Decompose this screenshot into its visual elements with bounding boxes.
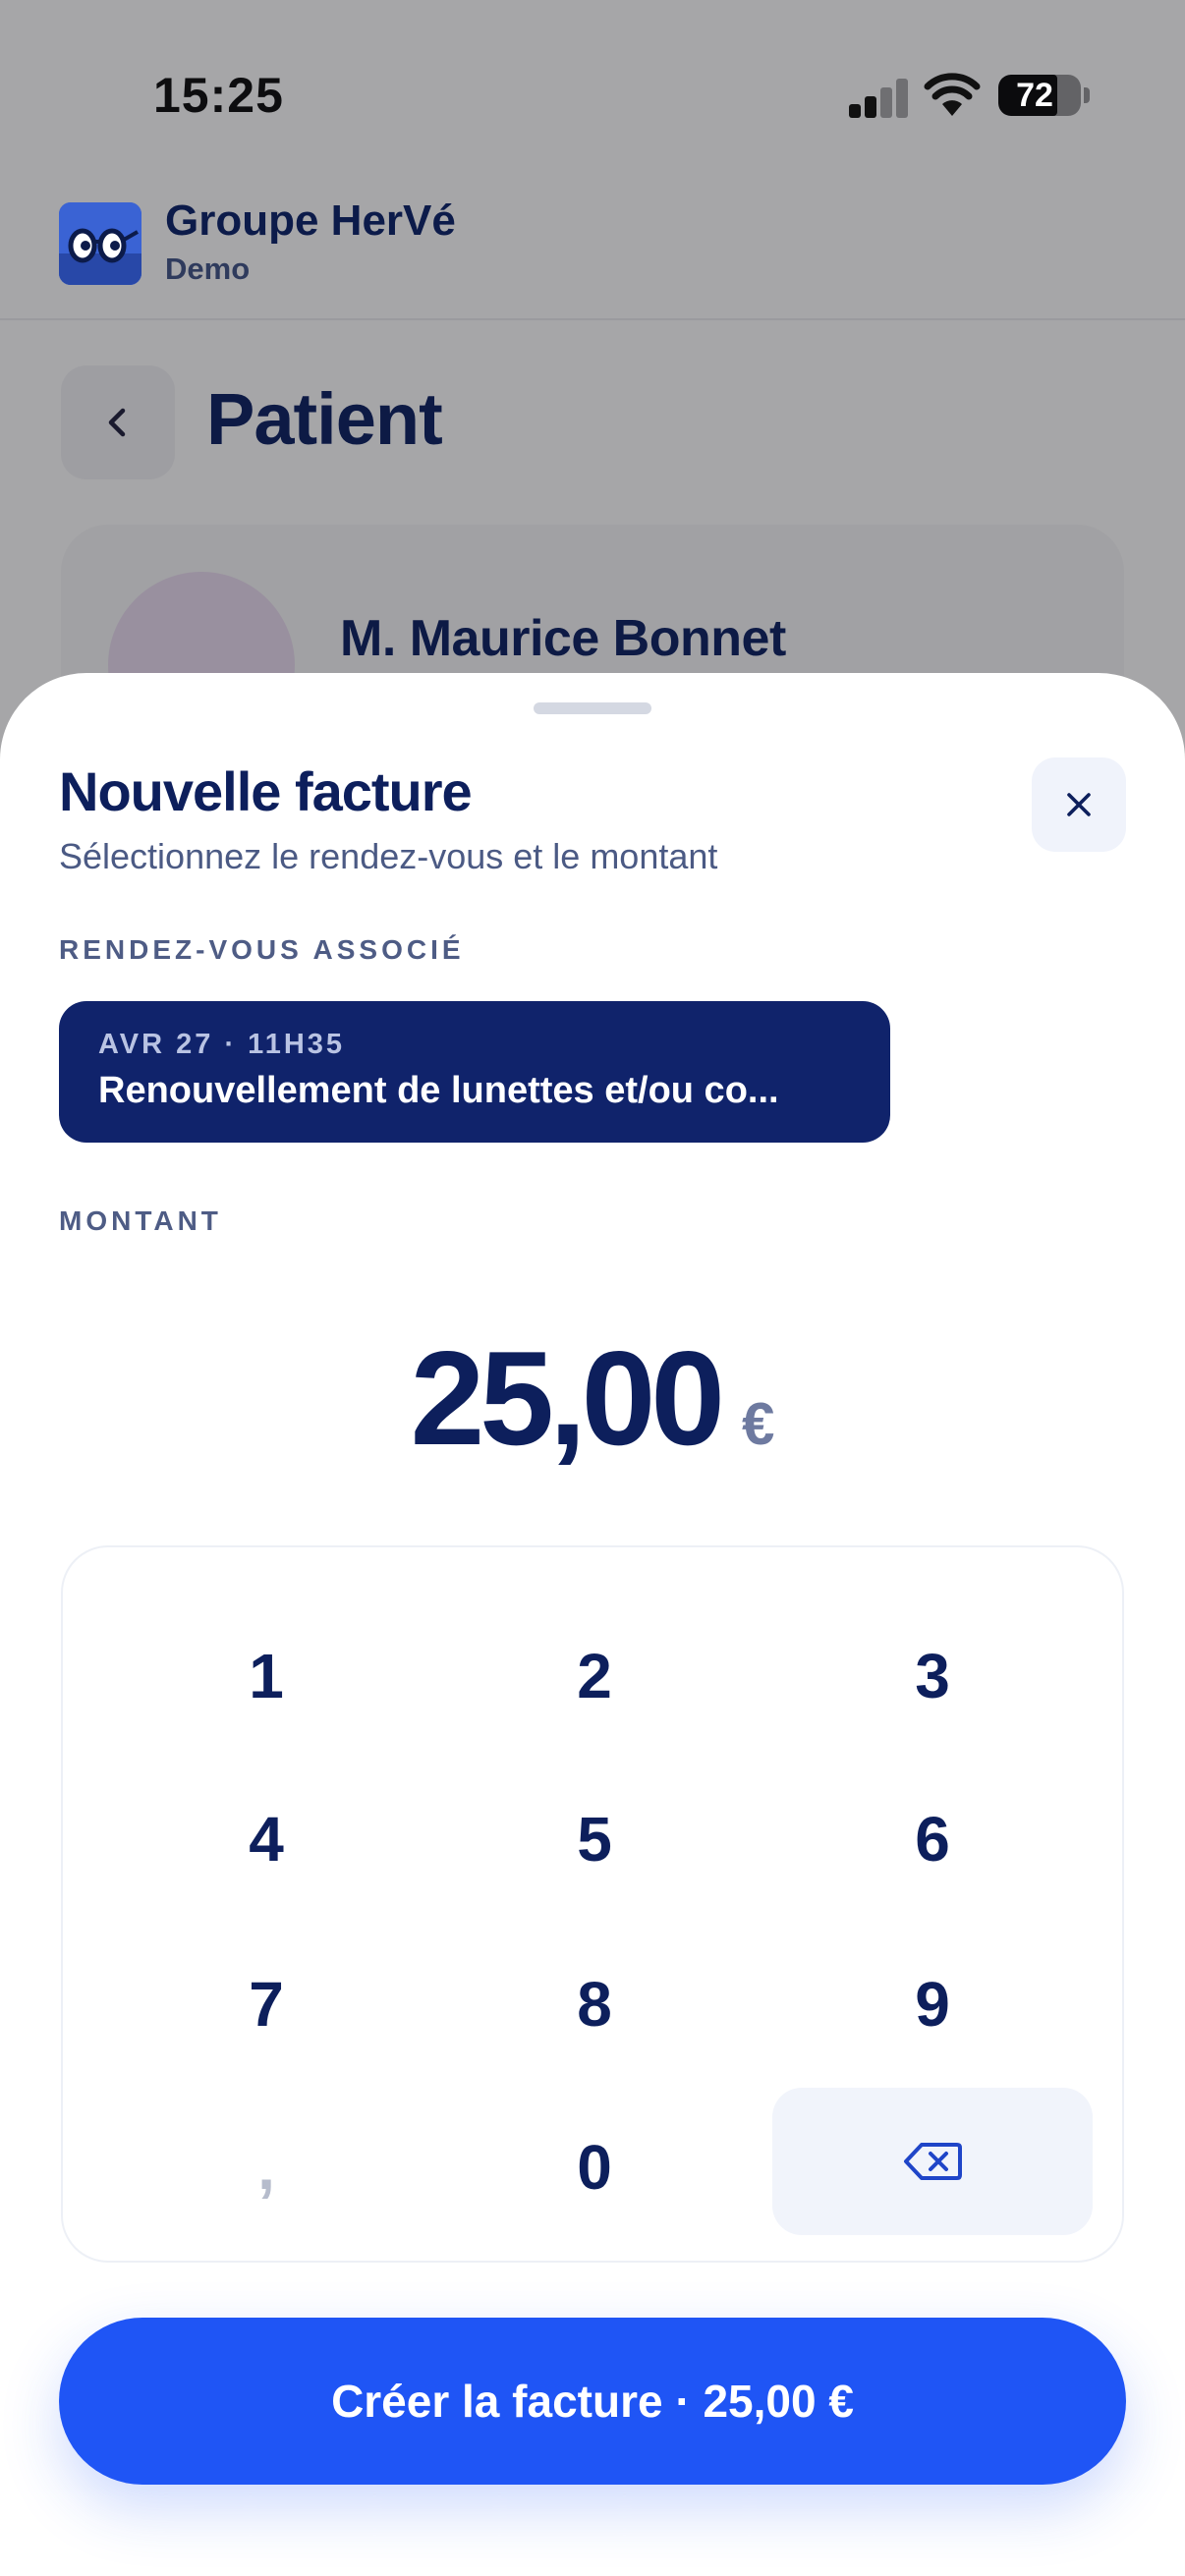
app-header: Groupe HerVé Demo: [0, 187, 1185, 320]
amount-currency: €: [741, 1391, 775, 1457]
battery-percent: 72: [1016, 77, 1053, 114]
app-subtitle: Demo: [165, 252, 251, 286]
new-invoice-sheet: Nouvelle facture Sélectionnez le rendez-…: [0, 673, 1185, 2576]
key-3[interactable]: 3: [772, 1602, 1093, 1750]
backspace-button[interactable]: [772, 2088, 1093, 2235]
numeric-keypad: 1 2 3 4 5 6 7 8 9 , 0: [61, 1545, 1124, 2263]
amount-display: 25,00 €: [0, 1321, 1185, 1475]
key-comma[interactable]: ,: [106, 2094, 426, 2241]
key-1[interactable]: 1: [106, 1602, 426, 1750]
status-time: 15:25: [153, 68, 284, 123]
chevron-left-icon: [108, 408, 126, 437]
appointment-date: AVR 27 · 11H35: [98, 1029, 346, 1060]
app-logo-icon[interactable]: [59, 202, 141, 285]
sheet-grabber[interactable]: [534, 702, 651, 714]
key-0[interactable]: 0: [434, 2094, 755, 2241]
appointment-section-label: RENDEZ-VOUS ASSOCIÉ: [59, 934, 465, 965]
screen: 15:25 72 Groupe HerVé Demo Patient M. Ma…: [0, 0, 1185, 2576]
cellular-signal-icon: [849, 77, 908, 118]
key-8[interactable]: 8: [434, 1931, 755, 2078]
patient-name: M. Maurice Bonnet: [340, 610, 786, 667]
page-title: Patient: [206, 378, 443, 460]
back-button[interactable]: [61, 365, 175, 479]
close-icon: [1067, 793, 1091, 816]
backspace-icon: [904, 2143, 962, 2180]
appointment-title: Renouvellement de lunettes et/ou co...: [98, 1070, 779, 1111]
key-9[interactable]: 9: [772, 1931, 1093, 2078]
wifi-icon: [924, 73, 981, 116]
amount-value: 25,00: [410, 1323, 725, 1473]
appointment-chip[interactable]: AVR 27 · 11H35 Renouvellement de lunette…: [59, 1001, 890, 1143]
close-button[interactable]: [1032, 757, 1126, 852]
create-invoice-label: Créer la facture · 25,00 €: [331, 2376, 854, 2427]
sheet-title: Nouvelle facture: [59, 760, 473, 822]
key-5[interactable]: 5: [434, 1765, 755, 1913]
key-7[interactable]: 7: [106, 1931, 426, 2078]
app-name: Groupe HerVé: [165, 196, 456, 245]
amount-section-label: MONTANT: [59, 1205, 222, 1236]
battery-tip: [1084, 87, 1090, 103]
create-invoice-button[interactable]: Créer la facture · 25,00 €: [59, 2318, 1126, 2485]
key-6[interactable]: 6: [772, 1765, 1093, 1913]
status-bar: 15:25 72: [0, 0, 1185, 187]
battery-icon: 72: [998, 75, 1081, 116]
sheet-subtitle: Sélectionnez le rendez-vous et le montan…: [59, 836, 718, 876]
key-4[interactable]: 4: [106, 1765, 426, 1913]
key-2[interactable]: 2: [434, 1602, 755, 1750]
